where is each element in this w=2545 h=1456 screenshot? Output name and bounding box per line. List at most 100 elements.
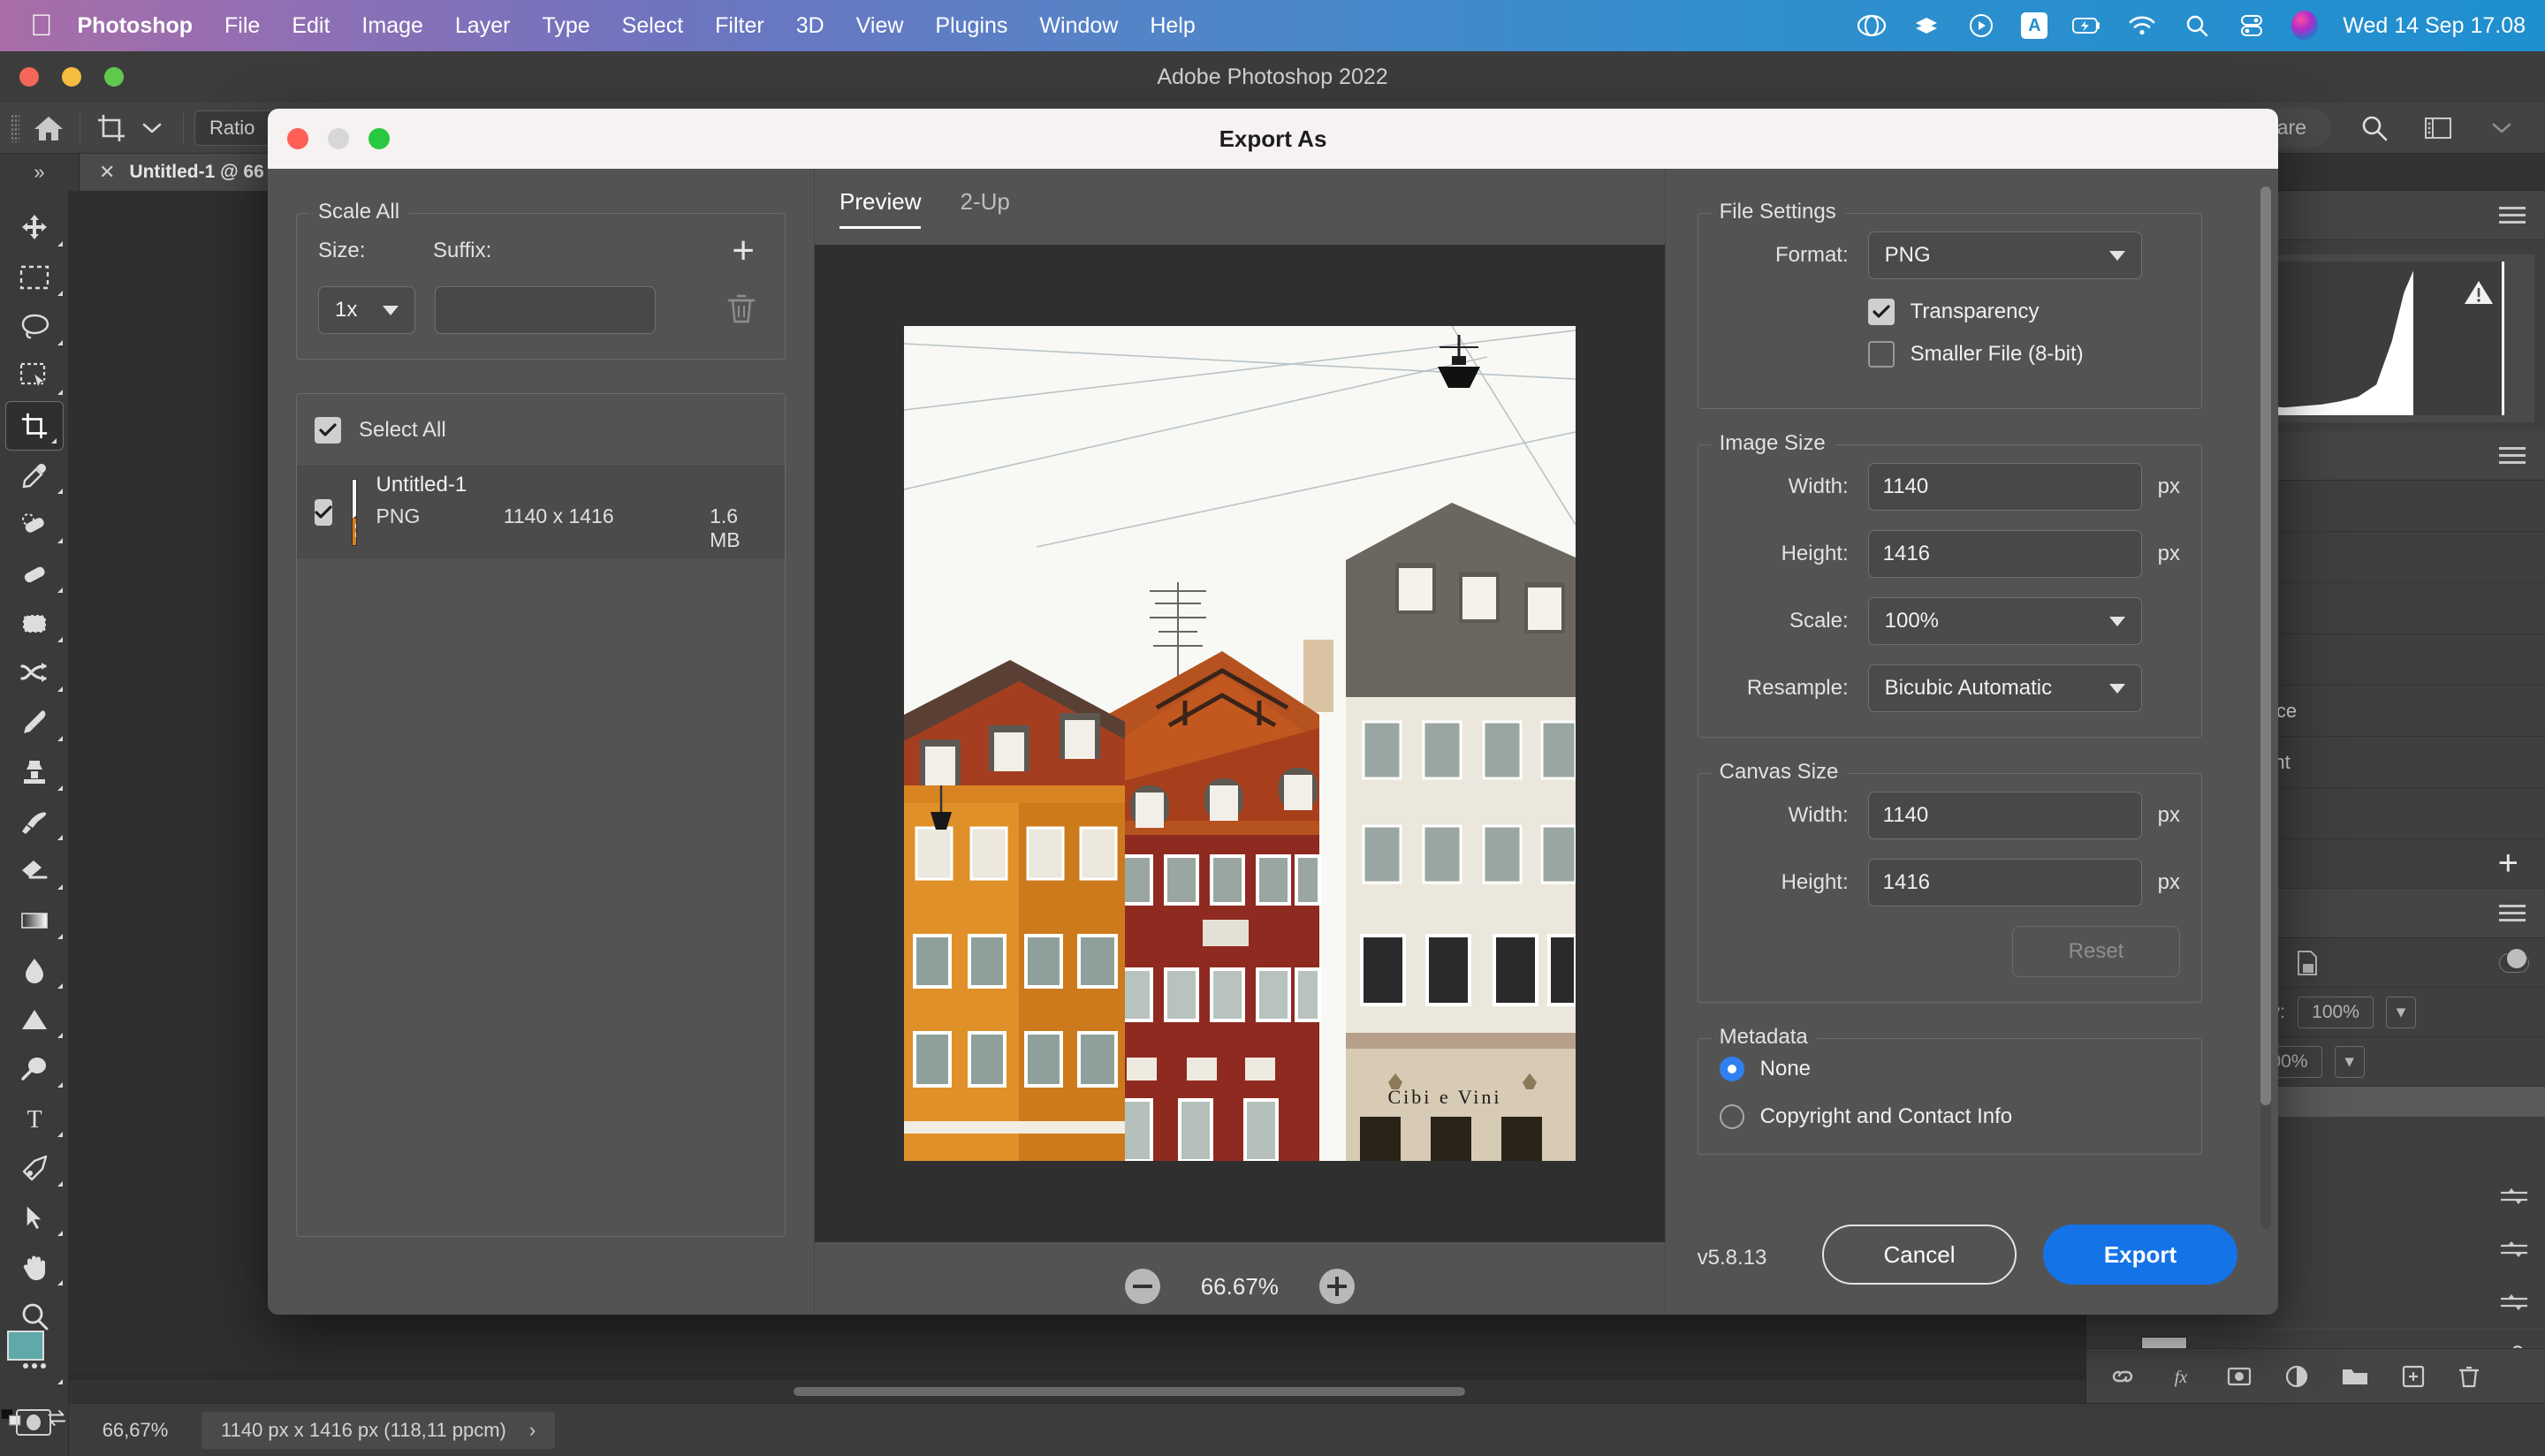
image-width-input[interactable]: 1140 xyxy=(1867,463,2142,511)
control-center-icon[interactable] xyxy=(2237,11,2267,41)
patch-tool-icon[interactable] xyxy=(0,599,69,648)
smaller-file-checkbox[interactable] xyxy=(1867,341,1895,368)
cancel-button[interactable]: Cancel xyxy=(1822,1225,2017,1285)
menu-item-plugins[interactable]: Plugins xyxy=(935,13,1007,39)
smart-object-filter-icon[interactable] xyxy=(2295,950,2320,976)
metadata-option-none[interactable]: None xyxy=(1719,1057,2180,1081)
menu-item-photoshop[interactable]: Photoshop xyxy=(78,13,194,39)
settings-scrollbar[interactable] xyxy=(2260,186,2271,1229)
close-window-button[interactable] xyxy=(19,67,39,87)
crop-tool-icon[interactable] xyxy=(91,108,132,148)
menu-item-file[interactable]: File xyxy=(224,13,260,39)
eyedropper-tool-icon[interactable] xyxy=(0,451,69,500)
menu-item-layer[interactable]: Layer xyxy=(455,13,511,39)
clone-stamp-tool-icon[interactable] xyxy=(0,747,69,797)
screen-share-icon[interactable] xyxy=(1857,11,1887,41)
mask-icon[interactable] xyxy=(2226,1365,2253,1388)
play-circle-icon[interactable] xyxy=(1966,11,1996,41)
minus-circle-icon[interactable] xyxy=(1124,1269,1160,1304)
suffix-input[interactable] xyxy=(435,286,656,334)
hand-tool-icon[interactable] xyxy=(0,1242,69,1292)
burn-tool-icon[interactable] xyxy=(0,1044,69,1094)
chevron-down-icon[interactable]: ▾ xyxy=(2386,996,2417,1028)
delete-layer-icon[interactable] xyxy=(2458,1364,2480,1389)
menu-item-3d[interactable]: 3D xyxy=(796,13,824,39)
move-tool-icon[interactable] xyxy=(0,203,69,253)
color-swatches[interactable] xyxy=(7,1331,64,1385)
menu-item-window[interactable]: Window xyxy=(1039,13,1118,39)
format-select[interactable]: PNG xyxy=(1867,231,2142,279)
crop-tool-icon[interactable] xyxy=(5,401,64,451)
scale-size-select[interactable]: 1x xyxy=(318,286,415,334)
dialog-minimize-button[interactable] xyxy=(328,128,349,149)
spot-healing-brush-tool-icon[interactable] xyxy=(0,500,69,550)
wifi-icon[interactable] xyxy=(2127,11,2157,41)
select-all-checkbox[interactable] xyxy=(315,416,341,444)
maximize-window-button[interactable] xyxy=(104,67,124,87)
filter-settings-icon[interactable] xyxy=(2499,1186,2529,1207)
document-tab[interactable]: ✕ Untitled-1 @ 66 xyxy=(80,153,284,191)
brush-tool-icon[interactable] xyxy=(0,698,69,747)
close-icon[interactable]: ✕ xyxy=(99,161,115,184)
opacity-value[interactable]: 100% xyxy=(2298,996,2374,1028)
status-dimensions[interactable]: 1140 px x 1416 px (118,11 ppcm) › xyxy=(201,1411,556,1449)
resample-select[interactable]: Bicubic Automatic xyxy=(1867,664,2142,712)
menu-item-type[interactable]: Type xyxy=(542,13,589,39)
asset-list-item[interactable]: Untitled-1 PNG 1140 x 1416 1.6 MB xyxy=(297,466,785,558)
menu-item-filter[interactable]: Filter xyxy=(715,13,764,39)
history-brush-tool-icon[interactable] xyxy=(0,797,69,846)
scrollbar-thumb[interactable] xyxy=(2260,186,2271,1105)
eraser-tool-icon[interactable] xyxy=(0,846,69,896)
marquee-tool-icon[interactable] xyxy=(0,253,69,302)
panel-menu-icon[interactable] xyxy=(2499,443,2526,468)
preview-area[interactable]: Cibi e Vini xyxy=(815,245,1665,1242)
adjustment-layer-icon[interactable] xyxy=(2284,1364,2309,1389)
reset-button[interactable]: Reset xyxy=(2012,926,2180,977)
transparency-row[interactable]: Transparency xyxy=(1867,299,2180,325)
new-layer-icon[interactable] xyxy=(2401,1364,2426,1389)
image-height-input[interactable]: 1416 xyxy=(1867,530,2142,578)
plus-icon[interactable]: + xyxy=(732,231,755,270)
group-icon[interactable] xyxy=(2341,1365,2369,1388)
content-aware-move-tool-icon[interactable] xyxy=(0,648,69,698)
link-icon[interactable] xyxy=(2109,1365,2136,1388)
quick-mask-icon[interactable] xyxy=(16,1409,51,1440)
chevron-down-icon[interactable] xyxy=(2481,108,2522,148)
export-button[interactable]: Export xyxy=(2043,1225,2237,1285)
canvas-width-input[interactable]: 1140 xyxy=(1867,792,2142,839)
options-bar-gripper[interactable] xyxy=(11,113,19,142)
select-all-row[interactable]: Select All xyxy=(297,394,785,466)
asset-checkbox[interactable] xyxy=(315,499,332,526)
stacks-icon[interactable] xyxy=(1911,11,1941,41)
siri-icon[interactable] xyxy=(2291,11,2319,41)
menu-item-help[interactable]: Help xyxy=(1150,13,1195,39)
canvas-height-input[interactable]: 1416 xyxy=(1867,859,2142,906)
warning-triangle-icon[interactable] xyxy=(2464,279,2494,310)
workspace-icon[interactable] xyxy=(2418,108,2458,148)
chevron-down-icon[interactable] xyxy=(132,108,172,148)
metadata-option-copyright[interactable]: Copyright and Contact Info xyxy=(1719,1104,2180,1129)
minimize-window-button[interactable] xyxy=(62,67,81,87)
image-scale-select[interactable]: 100% xyxy=(1867,597,2142,645)
keyboard-input-a-icon[interactable]: A xyxy=(2021,12,2048,39)
blur-tool-icon[interactable] xyxy=(0,945,69,995)
lasso-tool-icon[interactable] xyxy=(0,302,69,352)
dialog-close-button[interactable] xyxy=(287,128,308,149)
plus-circle-icon[interactable] xyxy=(1318,1269,1355,1304)
filter-settings-icon[interactable] xyxy=(2499,1239,2529,1260)
status-zoom-level[interactable]: 66,67% xyxy=(69,1419,201,1442)
chevron-right-icon[interactable]: › xyxy=(529,1419,536,1442)
search-icon[interactable] xyxy=(2354,108,2395,148)
menu-item-image[interactable]: Image xyxy=(361,13,422,39)
menu-item-view[interactable]: View xyxy=(856,13,904,39)
battery-charging-icon[interactable] xyxy=(2072,11,2102,41)
smaller-file-row[interactable]: Smaller File (8-bit) xyxy=(1867,341,2180,368)
type-tool-icon[interactable]: T xyxy=(0,1094,69,1143)
menu-item-select[interactable]: Select xyxy=(622,13,683,39)
panel-menu-icon[interactable] xyxy=(2499,202,2526,228)
apple-icon[interactable]:  xyxy=(30,11,53,41)
double-chevron-right-icon[interactable]: » xyxy=(0,153,80,191)
object-selection-tool-icon[interactable] xyxy=(0,352,69,401)
metadata-radio-none[interactable] xyxy=(1719,1057,1744,1081)
metadata-radio-copyright[interactable] xyxy=(1719,1104,1744,1129)
